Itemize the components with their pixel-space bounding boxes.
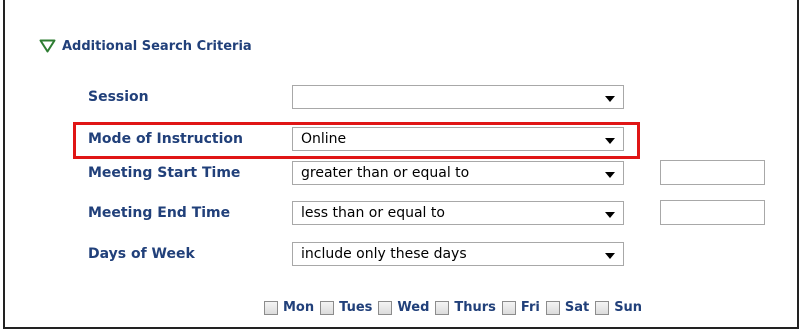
sun-label: Sun xyxy=(614,300,643,315)
day-sun[interactable]: Sun xyxy=(595,300,642,315)
meeting-end-time-label: Meeting End Time xyxy=(88,205,231,221)
tues-label: Tues xyxy=(339,300,373,315)
sat-label: Sat xyxy=(564,300,590,315)
day-mon[interactable]: Mon xyxy=(264,300,314,315)
fri-checkbox[interactable] xyxy=(501,300,516,315)
meeting-end-time-input[interactable] xyxy=(660,200,765,225)
days-of-week-select-value: include only these days xyxy=(301,246,467,262)
sat-checkbox[interactable] xyxy=(545,300,560,315)
wed-label: Wed xyxy=(397,300,430,315)
chevron-down-icon xyxy=(605,253,615,259)
search-criteria-panel: Additional Search Criteria Session Mode … xyxy=(3,0,799,329)
meeting-start-time-input[interactable] xyxy=(660,160,765,185)
mode-of-instruction-label: Mode of Instruction xyxy=(88,131,243,147)
chevron-down-icon xyxy=(605,138,615,144)
section-title: Additional Search Criteria xyxy=(62,38,252,54)
thurs-label: Thurs xyxy=(454,300,496,315)
wed-checkbox[interactable] xyxy=(378,300,393,315)
mode-of-instruction-select[interactable]: Online xyxy=(292,127,624,151)
triangle-down-icon[interactable] xyxy=(39,39,56,53)
mode-of-instruction-select-value: Online xyxy=(301,131,347,147)
meeting-start-time-operator-value: greater than or equal to xyxy=(301,165,470,181)
meeting-start-time-label: Meeting Start Time xyxy=(88,165,241,181)
day-tues[interactable]: Tues xyxy=(320,300,372,315)
meeting-end-time-operator-select[interactable]: less than or equal to xyxy=(292,201,624,225)
mon-label: Mon xyxy=(283,300,315,315)
day-checkbox-group: Mon Tues Wed Thurs Fri Sat Sun xyxy=(264,300,648,315)
day-wed[interactable]: Wed xyxy=(378,300,429,315)
day-fri[interactable]: Fri xyxy=(501,300,540,315)
session-select[interactable] xyxy=(292,85,624,109)
meeting-start-time-operator-select[interactable]: greater than or equal to xyxy=(292,161,624,185)
fri-label: Fri xyxy=(520,300,540,315)
additional-search-criteria-toggle[interactable]: Additional Search Criteria xyxy=(39,36,252,56)
day-thurs[interactable]: Thurs xyxy=(435,300,496,315)
chevron-down-icon xyxy=(605,212,615,218)
sun-checkbox[interactable] xyxy=(595,300,610,315)
chevron-down-icon xyxy=(605,96,615,102)
days-of-week-label: Days of Week xyxy=(88,246,195,262)
session-label: Session xyxy=(88,89,149,105)
meeting-end-time-operator-value: less than or equal to xyxy=(301,205,445,221)
tues-checkbox[interactable] xyxy=(320,300,335,315)
thurs-checkbox[interactable] xyxy=(435,300,450,315)
mon-checkbox[interactable] xyxy=(264,300,278,315)
chevron-down-icon xyxy=(605,172,615,178)
day-sat[interactable]: Sat xyxy=(545,300,590,315)
days-of-week-select[interactable]: include only these days xyxy=(292,242,624,266)
